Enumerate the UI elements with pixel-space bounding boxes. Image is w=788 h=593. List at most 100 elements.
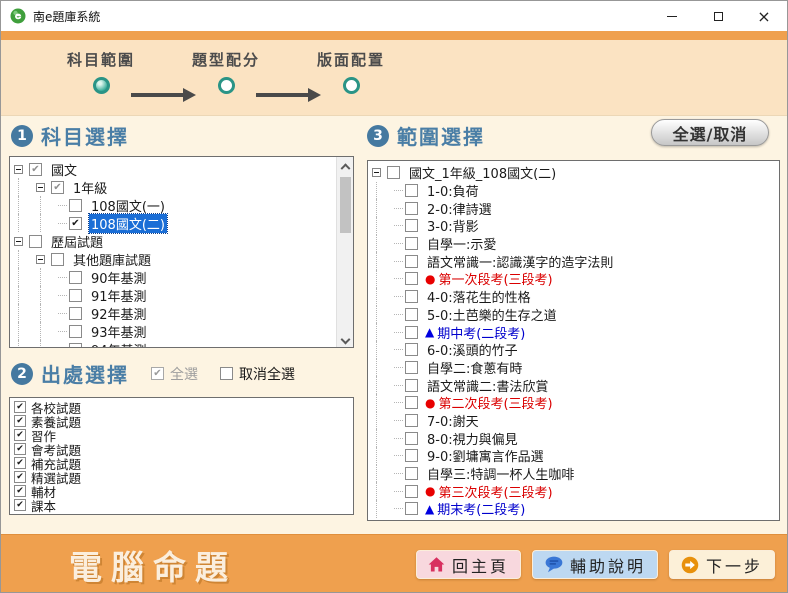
item-checkbox[interactable]: ✔ xyxy=(14,471,26,483)
source-list-item[interactable]: ✔素養試題 xyxy=(14,414,351,428)
vertical-scrollbar[interactable] xyxy=(336,157,353,347)
step-1[interactable]: 科目範圍 xyxy=(67,49,135,94)
subject-tree-item[interactable]: 90年基測 xyxy=(14,268,333,286)
item-checkbox[interactable] xyxy=(405,326,418,339)
item-checkbox[interactable] xyxy=(69,271,82,284)
range-tree-item[interactable]: ●第三次段考(三段考) xyxy=(372,482,777,500)
range-tree-item[interactable]: ●第二次段考(三段考) xyxy=(372,394,777,412)
range-tree-item[interactable]: 自學三:特調一杯人生咖啡 xyxy=(372,465,777,483)
item-checkbox[interactable]: ✔ xyxy=(14,485,26,497)
item-checkbox[interactable] xyxy=(405,396,418,409)
subject-tree-item[interactable]: 歷屆試題 xyxy=(14,232,333,250)
subject-tree-item[interactable]: ✔1年級 xyxy=(14,178,333,196)
range-tree-item[interactable]: 語文常識一:認識漢字的造字法則 xyxy=(372,252,777,270)
range-tree-item[interactable]: 5-0:土芭樂的生存之道 xyxy=(372,306,777,324)
subject-tree-item[interactable]: 93年基測 xyxy=(14,322,333,340)
range-tree-item[interactable]: 1-0:負荷 xyxy=(372,182,777,200)
item-checkbox[interactable] xyxy=(405,255,418,268)
range-tree-item[interactable]: ▲期中考(二段考) xyxy=(372,323,777,341)
item-checkbox[interactable] xyxy=(405,202,418,215)
range-tree-item[interactable]: ●第一次段考(三段考) xyxy=(372,270,777,288)
step-3[interactable]: 版面配置 xyxy=(317,49,385,94)
help-button[interactable]: 輔助說明 xyxy=(532,550,658,579)
item-checkbox[interactable] xyxy=(405,485,418,498)
item-checkbox[interactable]: ✔ xyxy=(14,415,26,427)
subject-tree-item[interactable]: 91年基測 xyxy=(14,286,333,304)
deselect-all-checkbox[interactable]: 取消全選 xyxy=(220,364,295,384)
item-checkbox[interactable] xyxy=(405,414,418,427)
source-list-item[interactable]: ✔精選試題 xyxy=(14,470,351,484)
select-toggle-button[interactable]: 全選/取消 xyxy=(651,119,769,146)
item-checkbox[interactable] xyxy=(405,184,418,197)
range-tree-item[interactable]: 自學一:示愛 xyxy=(372,235,777,253)
item-checkbox[interactable]: ✔ xyxy=(14,401,26,413)
scroll-up-icon[interactable] xyxy=(337,157,353,173)
range-tree-item[interactable]: 語文常識二:書法欣賞 xyxy=(372,376,777,394)
range-tree-item[interactable]: 2-0:律詩選 xyxy=(372,199,777,217)
subject-tree-item[interactable]: ✔國文 xyxy=(14,160,333,178)
minimize-button[interactable] xyxy=(649,1,695,31)
range-tree-item[interactable]: 自學二:食蔥有時 xyxy=(372,359,777,377)
tree-connector xyxy=(394,473,403,474)
item-checkbox[interactable]: ✔ xyxy=(69,217,82,230)
item-checkbox[interactable] xyxy=(405,467,418,480)
collapse-toggle-icon[interactable] xyxy=(372,168,381,177)
range-tree-item[interactable]: 國文_1年級_108國文(二) xyxy=(372,164,777,182)
collapse-toggle-icon[interactable] xyxy=(14,237,23,246)
item-checkbox[interactable] xyxy=(387,166,400,179)
item-checkbox[interactable]: ✔ xyxy=(14,429,26,441)
subject-tree-item[interactable]: 94年基測 xyxy=(14,340,333,348)
maximize-button[interactable] xyxy=(695,1,741,31)
item-checkbox[interactable] xyxy=(405,308,418,321)
range-tree-item[interactable]: 6-0:溪頭的竹子 xyxy=(372,341,777,359)
home-icon xyxy=(428,556,445,573)
main-content: 1 科目選擇 ✔國文✔1年級108國文(一)✔108國文(二)歷屆試題其他題庫試… xyxy=(1,116,787,534)
subject-tree-item[interactable]: 其他題庫試題 xyxy=(14,250,333,268)
range-tree-item[interactable]: ▲期末考(二段考) xyxy=(372,500,777,518)
item-checkbox[interactable] xyxy=(405,219,418,232)
next-step-button[interactable]: 下一步 xyxy=(669,550,775,579)
home-button[interactable]: 回主頁 xyxy=(416,550,521,579)
range-tree-item[interactable]: 4-0:落花生的性格 xyxy=(372,288,777,306)
range-tree-item[interactable]: 7-0:謝天 xyxy=(372,412,777,430)
item-checkbox[interactable] xyxy=(405,432,418,445)
item-checkbox[interactable] xyxy=(405,361,418,374)
item-checkbox[interactable] xyxy=(405,379,418,392)
item-checkbox[interactable]: ✔ xyxy=(51,181,64,194)
item-checkbox[interactable] xyxy=(405,449,418,462)
subject-tree-item[interactable]: 92年基測 xyxy=(14,304,333,322)
scrollbar-thumb[interactable] xyxy=(340,177,351,233)
item-checkbox[interactable]: ✔ xyxy=(14,457,26,469)
item-checkbox[interactable]: ✔ xyxy=(29,163,42,176)
range-tree-item[interactable]: 8-0:視力與偏見 xyxy=(372,429,777,447)
item-checkbox[interactable] xyxy=(405,343,418,356)
item-checkbox[interactable] xyxy=(69,307,82,320)
range-tree-item[interactable]: 9-0:劉墉寓言作品選 xyxy=(372,447,777,465)
item-checkbox[interactable] xyxy=(405,237,418,250)
select-all-checkbox[interactable]: ✔ 全選 xyxy=(151,364,198,384)
item-checkbox[interactable] xyxy=(69,325,82,338)
range-tree-item[interactable]: 3-0:背影 xyxy=(372,217,777,235)
source-item-label: 課本 xyxy=(31,496,56,515)
step-2[interactable]: 題型配分 xyxy=(192,49,260,94)
subject-tree-item[interactable]: 108國文(一) xyxy=(14,196,333,214)
item-checkbox[interactable] xyxy=(69,199,82,212)
collapse-toggle-icon[interactable] xyxy=(14,165,23,174)
collapse-toggle-icon[interactable] xyxy=(36,255,45,264)
scroll-down-icon[interactable] xyxy=(337,331,353,347)
collapse-toggle-icon[interactable] xyxy=(36,183,45,192)
tree-connector xyxy=(394,367,403,368)
item-checkbox[interactable] xyxy=(51,253,64,266)
item-checkbox[interactable] xyxy=(405,290,418,303)
source-list-item[interactable]: ✔ 課本 xyxy=(14,498,351,512)
item-checkbox[interactable]: ✔ xyxy=(14,499,26,511)
close-button[interactable]: × xyxy=(741,1,787,31)
item-checkbox[interactable] xyxy=(69,289,82,302)
item-checkbox[interactable] xyxy=(405,502,418,515)
item-checkbox[interactable] xyxy=(69,343,82,349)
item-checkbox[interactable] xyxy=(29,235,42,248)
item-checkbox[interactable]: ✔ xyxy=(14,443,26,455)
subject-tree-item[interactable]: ✔108國文(二) xyxy=(14,214,333,232)
item-checkbox[interactable] xyxy=(405,272,418,285)
titlebar: 南e題庫系統 × xyxy=(1,1,787,31)
